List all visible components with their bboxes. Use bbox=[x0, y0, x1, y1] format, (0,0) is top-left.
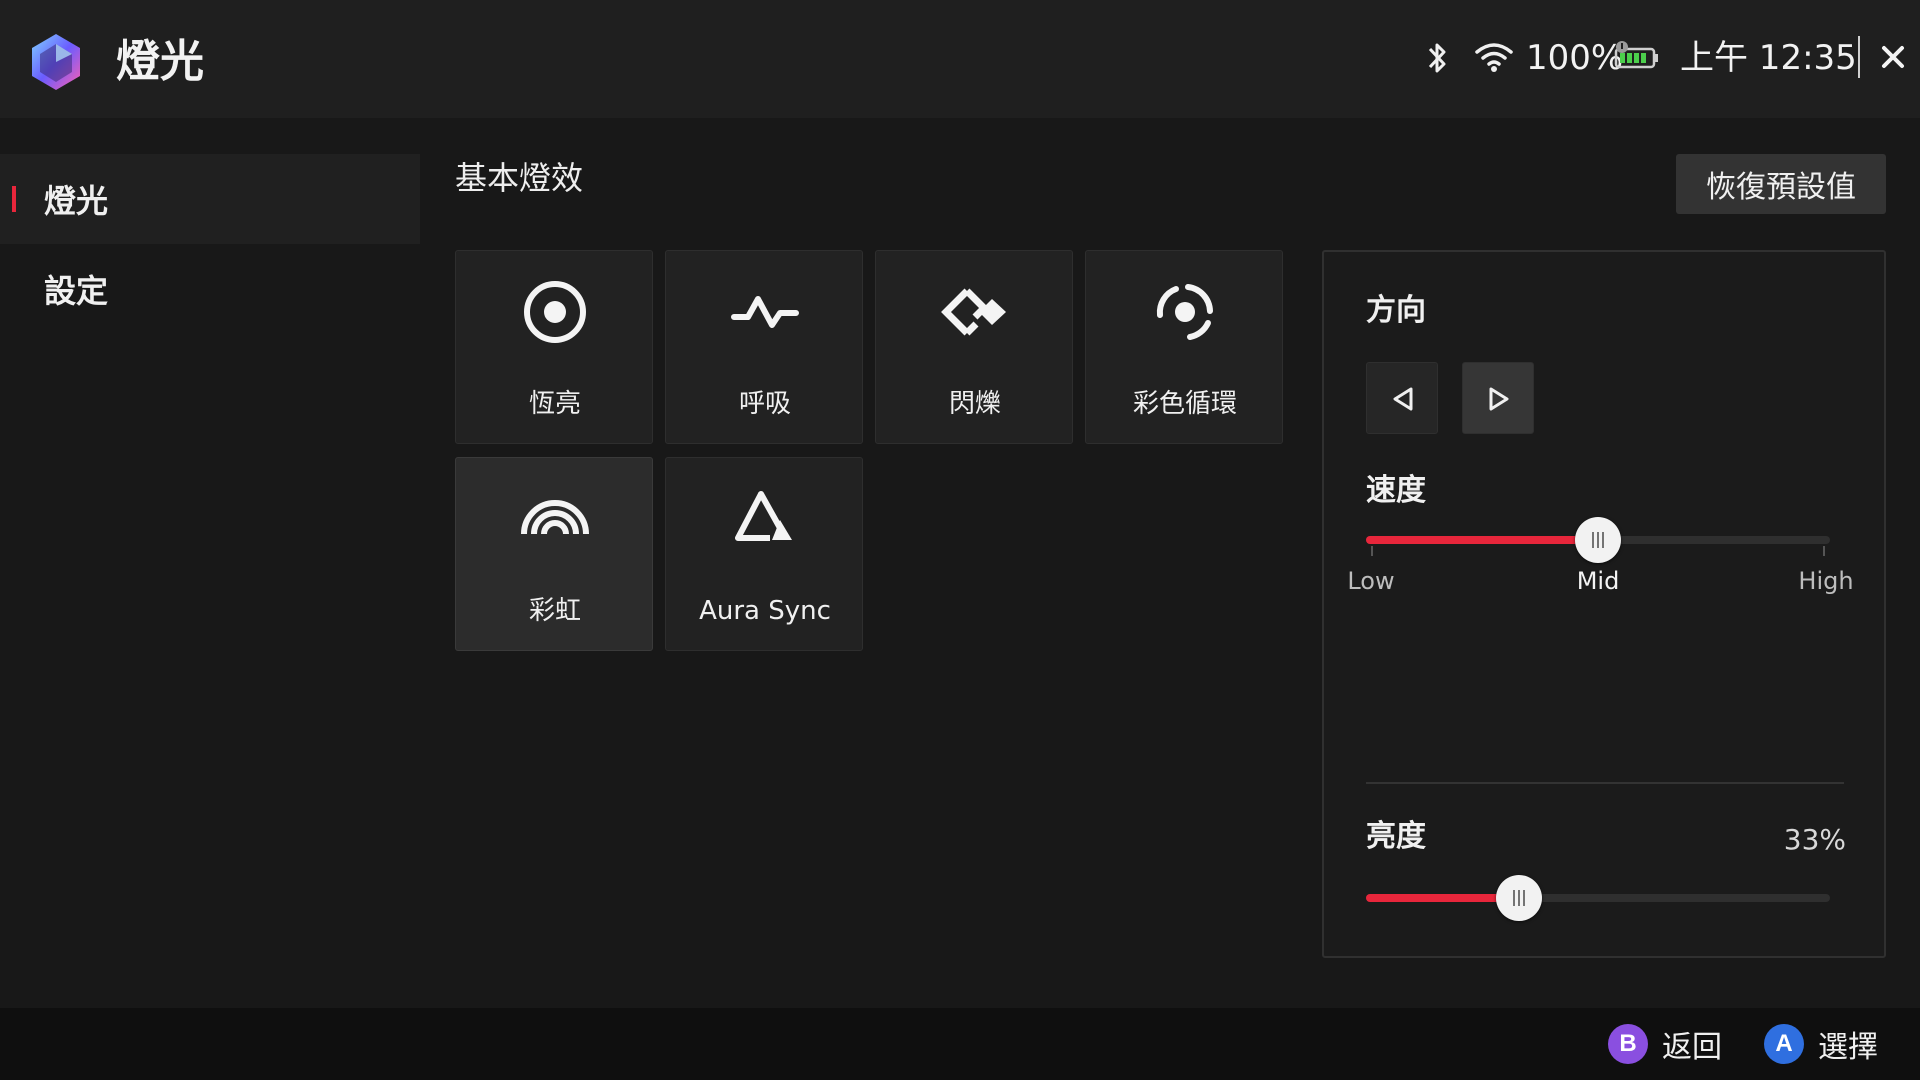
select-hint[interactable]: A 選擇 bbox=[1764, 1022, 1878, 1066]
speed-slider-thumb[interactable] bbox=[1575, 517, 1621, 563]
effect-label: 呼吸 bbox=[738, 389, 791, 419]
clock: 上午 12:35 bbox=[1680, 38, 1857, 78]
panel-divider bbox=[1366, 782, 1844, 784]
top-bar: 燈光 100% 上午 12:35 bbox=[0, 0, 1920, 118]
app-title: 燈光 bbox=[116, 36, 204, 87]
effect-tile-strobing[interactable]: 閃爍 bbox=[875, 250, 1073, 444]
strobing-icon bbox=[941, 288, 1006, 336]
rainbow-icon bbox=[521, 500, 589, 535]
bluetooth-icon bbox=[1428, 43, 1446, 73]
breathing-icon bbox=[731, 296, 799, 328]
effect-label: Aura Sync bbox=[699, 596, 831, 626]
effect-settings-panel: 方向 速度 Low Mid High 亮度 33% bbox=[1322, 250, 1886, 958]
sidebar: 燈光 設定 bbox=[0, 118, 420, 1008]
app-logo-icon bbox=[32, 34, 80, 90]
back-hint-label: 返回 bbox=[1662, 1030, 1722, 1065]
sidebar-item-lighting[interactable]: 燈光 bbox=[0, 154, 420, 244]
b-button-icon: B bbox=[1608, 1024, 1648, 1064]
sidebar-item-label: 設定 bbox=[44, 272, 109, 310]
effect-tile-rainbow[interactable]: 彩虹 bbox=[455, 457, 653, 651]
grip-icon bbox=[1513, 890, 1525, 906]
speed-tick-label-mid: Mid bbox=[1576, 567, 1620, 595]
bottom-bar: B 返回 A 選擇 bbox=[0, 1008, 1920, 1080]
a-button-icon: A bbox=[1764, 1024, 1804, 1064]
static-icon bbox=[524, 281, 586, 343]
color-cycle-icon bbox=[1156, 284, 1213, 340]
effect-label: 恆亮 bbox=[528, 389, 581, 419]
effect-label: 彩虹 bbox=[528, 596, 581, 626]
effect-tile-color-cycle[interactable]: 彩色循環 bbox=[1085, 250, 1283, 444]
speed-tick-high bbox=[1823, 546, 1825, 556]
aura-sync-icon bbox=[735, 491, 792, 541]
effect-label: 閃爍 bbox=[948, 389, 1001, 419]
effect-tile-static[interactable]: 恆亮 bbox=[455, 250, 653, 444]
section-title: 基本燈效 bbox=[455, 159, 584, 197]
close-icon[interactable] bbox=[1878, 42, 1908, 72]
brightness-slider[interactable] bbox=[1366, 875, 1830, 921]
direction-label: 方向 bbox=[1366, 293, 1426, 328]
sidebar-item-settings[interactable]: 設定 bbox=[0, 244, 420, 334]
select-hint-label: 選擇 bbox=[1818, 1030, 1878, 1065]
brightness-slider-thumb[interactable] bbox=[1496, 875, 1542, 921]
direction-left-button[interactable] bbox=[1366, 362, 1438, 434]
sidebar-item-label: 燈光 bbox=[44, 182, 109, 220]
header-divider bbox=[1858, 36, 1860, 78]
speed-label: 速度 bbox=[1366, 473, 1426, 508]
triangle-left-icon bbox=[1393, 387, 1413, 411]
grip-icon bbox=[1592, 532, 1604, 548]
effect-tile-breathing[interactable]: 呼吸 bbox=[665, 250, 863, 444]
reset-defaults-button[interactable]: 恢復預設值 bbox=[1676, 154, 1886, 214]
battery-percent: 100% bbox=[1526, 38, 1624, 78]
brightness-value: 33% bbox=[1783, 823, 1846, 856]
speed-tick-label-low: Low bbox=[1347, 567, 1395, 595]
battery-icon bbox=[1614, 41, 1658, 69]
speed-tick-low bbox=[1371, 546, 1373, 556]
brightness-label: 亮度 bbox=[1366, 819, 1426, 854]
triangle-right-icon bbox=[1489, 387, 1509, 411]
direction-right-button[interactable] bbox=[1462, 362, 1534, 434]
speed-slider-fill bbox=[1366, 536, 1598, 544]
back-hint[interactable]: B 返回 bbox=[1608, 1022, 1722, 1066]
effect-label: 彩色循環 bbox=[1132, 389, 1237, 419]
effect-tile-aura-sync[interactable]: Aura Sync bbox=[665, 457, 863, 651]
wifi-icon bbox=[1475, 43, 1513, 72]
speed-slider[interactable] bbox=[1366, 517, 1830, 563]
speed-tick-label-high: High bbox=[1798, 567, 1854, 595]
